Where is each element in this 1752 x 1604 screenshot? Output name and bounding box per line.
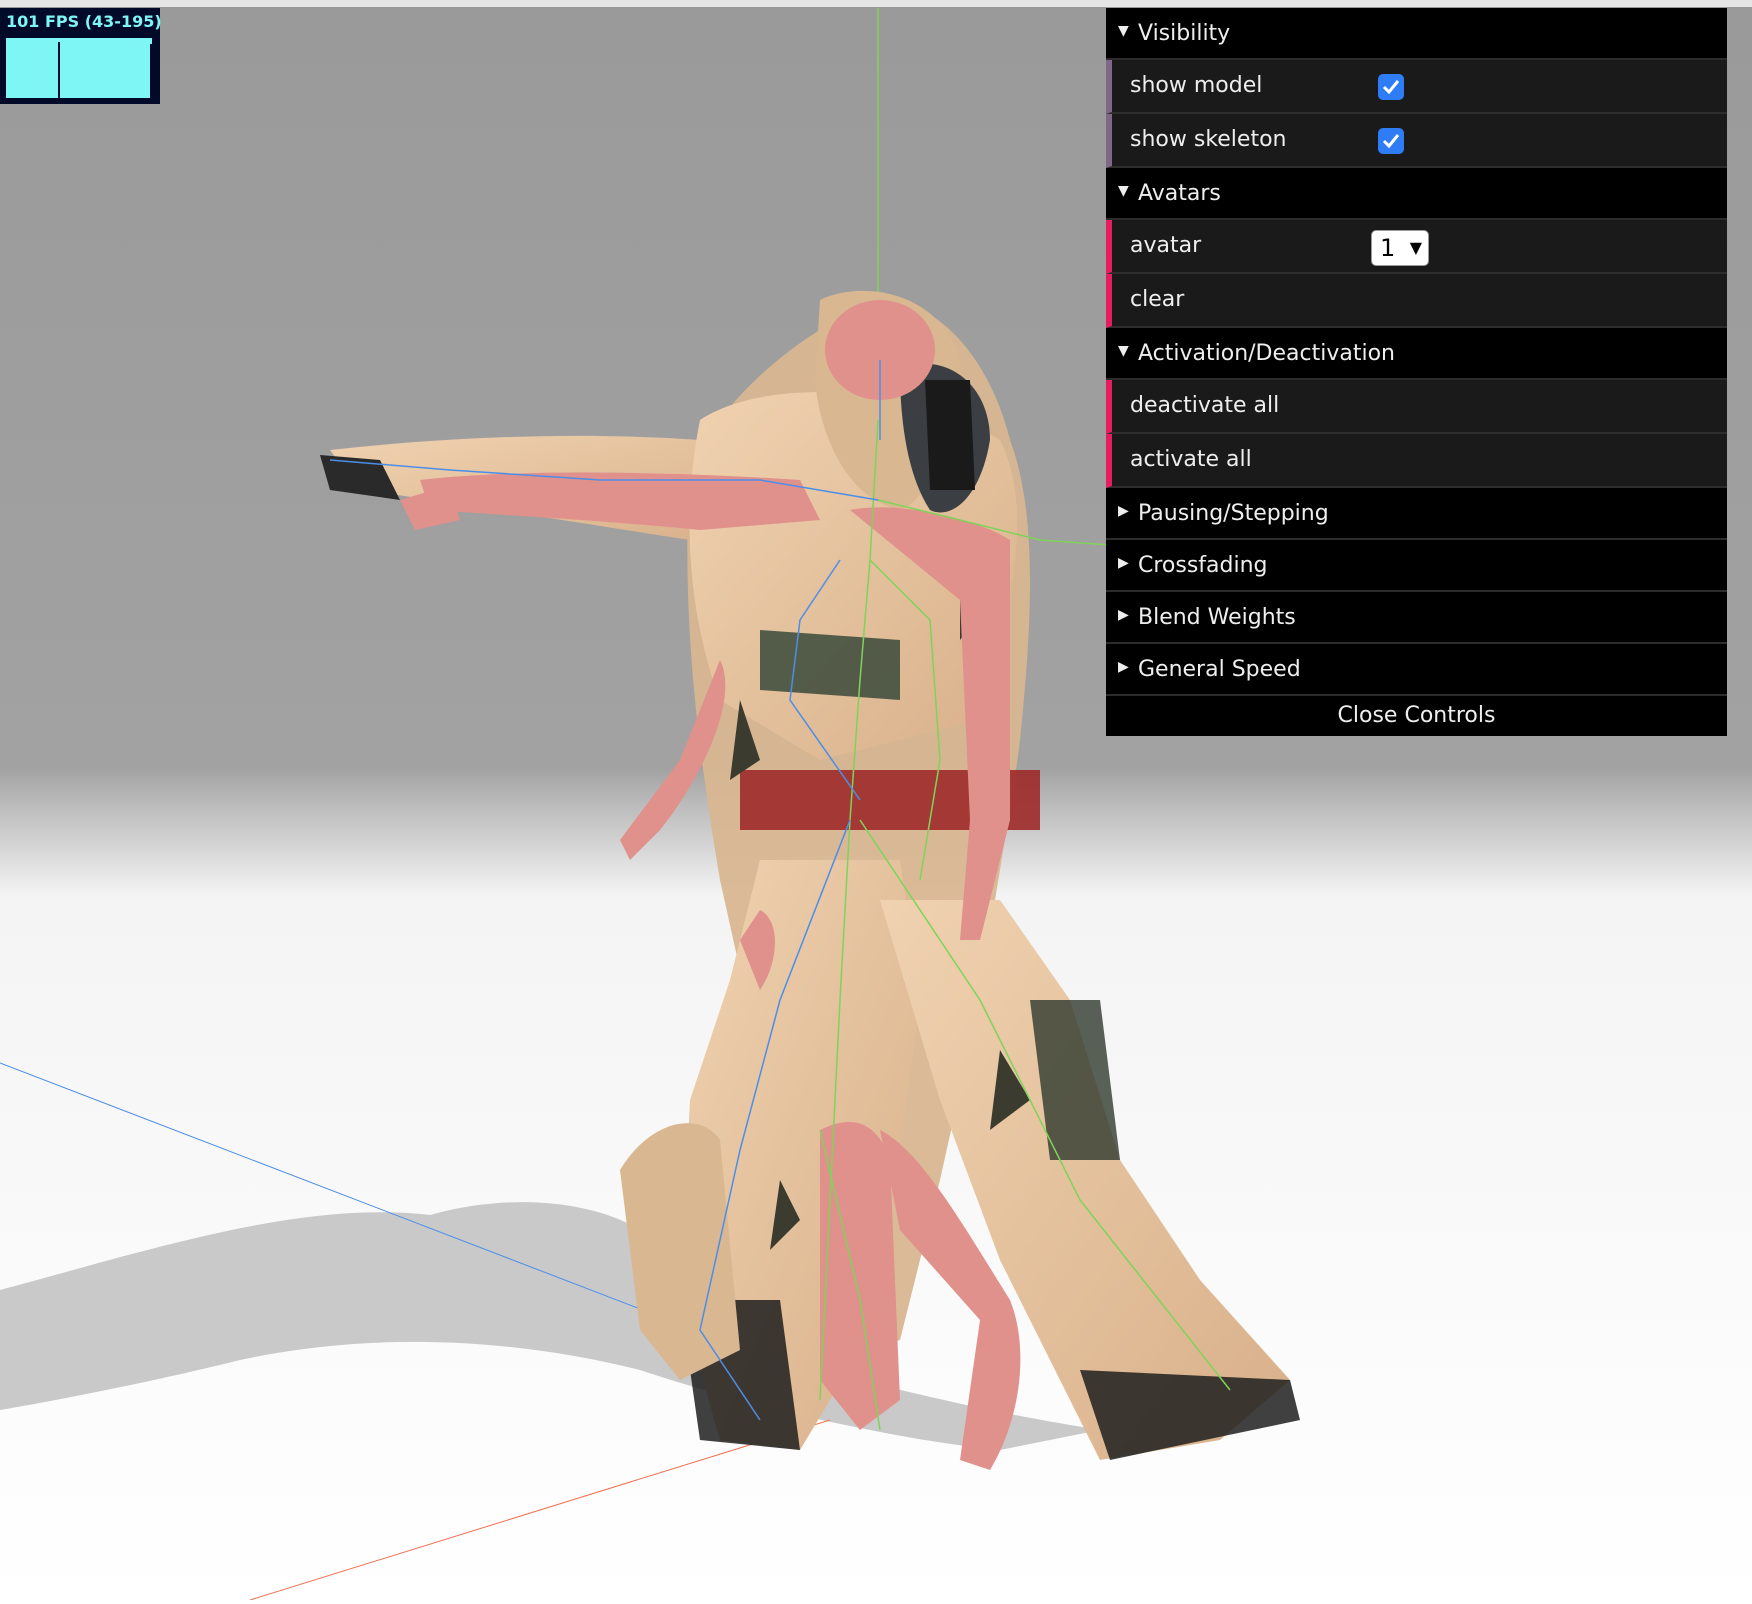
controls-panel: ▼ Visibility show model show skeleton ▼ Av… [1106, 8, 1727, 736]
show-skeleton-checkbox[interactable] [1378, 128, 1404, 154]
activate-all-button[interactable]: activate all [1106, 434, 1727, 488]
folder-crossfading[interactable]: ▶ Crossfading [1106, 540, 1727, 592]
folder-activation[interactable]: ▼ Activation/Deactivation [1106, 328, 1727, 380]
folder-title: General Speed [1138, 657, 1301, 682]
caret-down-icon: ▼ [1118, 23, 1129, 39]
top-border [0, 0, 1752, 7]
caret-right-icon: ▶ [1118, 659, 1129, 675]
avatar-select[interactable]: 1 ▼ [1371, 230, 1429, 266]
checkmark-icon [1382, 80, 1400, 95]
fps-readout: 101 FPS (43-195) [6, 12, 162, 31]
show-skeleton-label: show skeleton [1130, 127, 1287, 152]
clear-label: clear [1130, 287, 1185, 312]
show-model-checkbox[interactable] [1378, 74, 1404, 100]
folder-title: Pausing/Stepping [1138, 501, 1329, 526]
caret-right-icon: ▶ [1118, 607, 1129, 623]
fps-graph [6, 38, 152, 98]
close-controls-button[interactable]: Close Controls [1106, 696, 1727, 736]
deactivate-all-label: deactivate all [1130, 393, 1280, 418]
folder-pausing-stepping[interactable]: ▶ Pausing/Stepping [1106, 488, 1727, 540]
activate-all-label: activate all [1130, 447, 1252, 472]
avatar-select-value: 1 [1380, 234, 1396, 262]
folder-visibility[interactable]: ▼ Visibility [1106, 8, 1727, 60]
folder-title: Blend Weights [1138, 605, 1296, 630]
caret-right-icon: ▶ [1118, 555, 1129, 571]
folder-blend-weights[interactable]: ▶ Blend Weights [1106, 592, 1727, 644]
chevron-down-icon: ▼ [1409, 238, 1422, 257]
show-model-row[interactable]: show model [1106, 60, 1727, 114]
caret-right-icon: ▶ [1118, 503, 1129, 519]
folder-title: Activation/Deactivation [1138, 341, 1395, 366]
fps-stats-panel[interactable]: 101 FPS (43-195) [0, 8, 162, 104]
clear-button[interactable]: clear [1106, 274, 1727, 328]
caret-down-icon: ▼ [1118, 343, 1129, 359]
folder-title: Crossfading [1138, 553, 1268, 578]
deactivate-all-button[interactable]: deactivate all [1106, 380, 1727, 434]
caret-down-icon: ▼ [1118, 183, 1129, 199]
checkmark-icon [1382, 134, 1400, 149]
folder-general-speed[interactable]: ▶ General Speed [1106, 644, 1727, 696]
avatar-label: avatar [1130, 233, 1202, 258]
folder-title: Avatars [1138, 181, 1221, 206]
avatar-row: avatar 1 ▼ [1106, 220, 1727, 274]
folder-title: Visibility [1138, 21, 1231, 46]
show-model-label: show model [1130, 73, 1263, 98]
folder-avatars[interactable]: ▼ Avatars [1106, 168, 1727, 220]
show-skeleton-row[interactable]: show skeleton [1106, 114, 1727, 168]
